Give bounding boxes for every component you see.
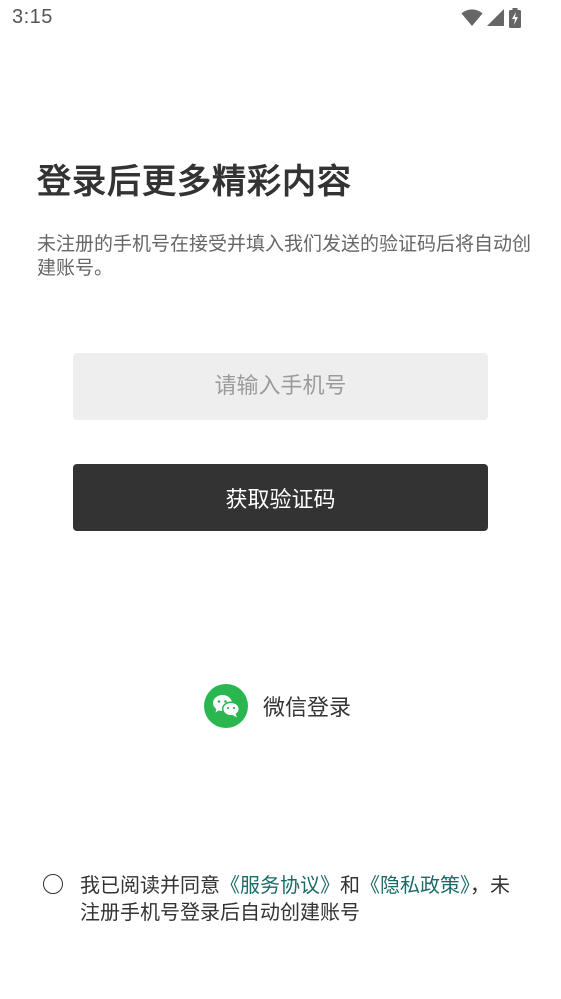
status-time: 3:15 (12, 6, 53, 28)
page-title: 登录后更多精彩内容 (37, 162, 352, 202)
get-code-button[interactable]: 获取验证码 (73, 464, 488, 531)
status-bar: 3:15 (0, 0, 561, 40)
agreement-text: 我已阅读并同意《服务协议》和《隐私政策》，未注册手机号登录后自动创建账号 (80, 872, 520, 926)
agreement-prefix: 我已阅读并同意 (80, 873, 220, 897)
agreement-radio[interactable] (43, 874, 63, 894)
page-subtitle: 未注册的手机号在接受并填入我们发送的验证码后将自动创建账号。 (37, 233, 532, 279)
wechat-icon (204, 684, 248, 728)
status-icons (461, 6, 521, 30)
get-code-button-label: 获取验证码 (225, 487, 336, 513)
wechat-login-button[interactable]: 微信登录 (204, 684, 351, 728)
wifi-icon (461, 9, 483, 27)
cell-signal-icon (487, 9, 505, 27)
battery-charging-icon (509, 8, 521, 28)
wechat-login-label: 微信登录 (263, 696, 352, 721)
service-agreement-link[interactable]: 《服务协议》 (220, 873, 340, 897)
phone-input-container (73, 353, 488, 420)
privacy-policy-link[interactable]: 《隐私政策》 (360, 873, 470, 897)
agreement-connector: 和 (340, 873, 360, 897)
phone-input[interactable] (73, 353, 488, 420)
